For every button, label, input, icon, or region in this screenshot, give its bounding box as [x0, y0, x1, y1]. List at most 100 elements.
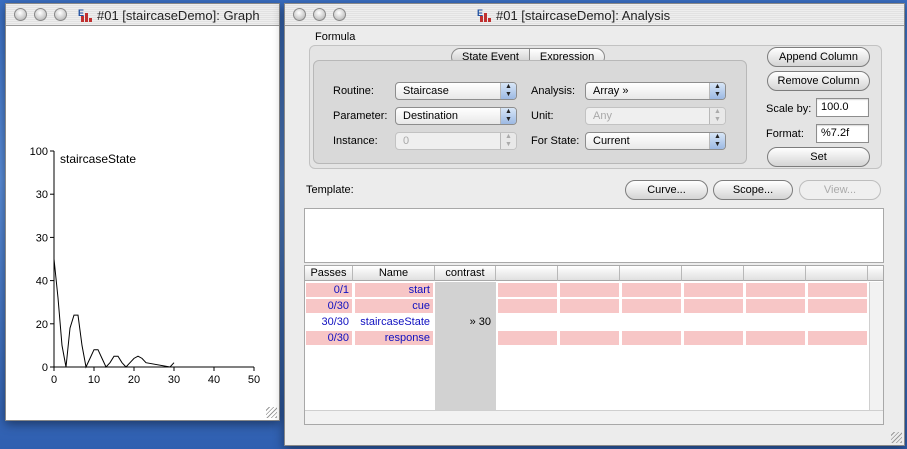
scale-by-label: Scale by: — [766, 103, 812, 115]
column-header-empty[interactable] — [744, 266, 806, 281]
popup-arrows-icon: ▲ ▼ — [500, 108, 516, 124]
column-header-empty[interactable] — [806, 266, 868, 281]
unit-label: Unit: — [531, 110, 554, 122]
minimize-button[interactable] — [34, 8, 47, 21]
cell-empty — [498, 283, 557, 297]
resize-grip-icon[interactable] — [891, 432, 902, 443]
app-icon: E — [477, 8, 491, 22]
close-button[interactable] — [14, 8, 27, 21]
x-tick-label: 50 — [248, 374, 260, 386]
instance-label: Instance: — [333, 135, 378, 147]
set-button[interactable]: Set — [767, 147, 870, 167]
template-area[interactable] — [304, 208, 884, 263]
column-header-empty[interactable] — [558, 266, 620, 281]
popup-arrows-icon: ▲ ▼ — [709, 83, 725, 99]
cell-empty — [808, 299, 867, 313]
cell-empty — [746, 299, 805, 313]
cell-empty — [560, 331, 619, 345]
cell-passes: 0/30 — [306, 331, 352, 345]
unit-value: Any — [593, 110, 612, 122]
column-header-empty[interactable] — [682, 266, 744, 281]
cell-empty — [684, 299, 743, 313]
column-header-corner — [868, 266, 883, 281]
cell-empty — [622, 283, 681, 297]
analysis-label: Analysis: — [531, 85, 576, 97]
analysis-value: Array » — [593, 85, 629, 97]
resize-grip-icon[interactable] — [266, 407, 277, 418]
routine-popup[interactable]: Staircase ▲ ▼ — [395, 82, 517, 100]
cell-name: start — [355, 283, 433, 297]
series-line-staircaseState — [53, 258, 175, 369]
for-state-popup[interactable]: Current ▲ ▼ — [585, 132, 726, 150]
analysis-popup[interactable]: Array » ▲ ▼ — [585, 82, 726, 100]
vertical-scrollbar[interactable] — [869, 282, 883, 410]
view-button[interactable]: View... — [799, 180, 881, 200]
cell-empty — [622, 331, 681, 345]
cell-contrast: » 30 — [469, 316, 491, 328]
horizontal-scrollbar[interactable] — [305, 410, 883, 424]
format-label: Format: — [766, 128, 804, 140]
analysis-window-title: E #01 [staircaseDemo]: Analysis — [477, 8, 671, 23]
graph-window: E #01 [staircaseDemo]: Graph 0 20 40 30 30 10 0… — [5, 3, 280, 421]
parameter-label: Parameter: — [333, 110, 388, 122]
popup-arrows-icon: ▲ ▼ — [500, 83, 516, 99]
scope-button[interactable]: Scope... — [713, 180, 793, 200]
close-button[interactable] — [293, 8, 306, 21]
template-label: Template: — [306, 184, 354, 196]
x-tick-label: 0 — [51, 374, 57, 386]
x-tick-label: 20 — [128, 374, 140, 386]
series-label: staircaseState — [60, 152, 136, 166]
instance-popup[interactable]: 0 ▲ ▼ — [395, 132, 517, 150]
column-header-name[interactable]: Name — [353, 266, 435, 281]
cell-empty — [808, 331, 867, 345]
cell-empty — [746, 331, 805, 345]
y-tick-label: 0 — [42, 362, 48, 374]
curve-button[interactable]: Curve... — [625, 180, 708, 200]
cell-empty — [498, 331, 557, 345]
parameter-popup[interactable]: Destination ▲ ▼ — [395, 107, 517, 125]
cell-passes: 30/30 — [321, 316, 349, 328]
parameter-value: Destination — [403, 110, 459, 122]
format-field[interactable]: %7.2f — [816, 124, 869, 143]
popup-arrows-icon: ▲ ▼ — [500, 133, 516, 149]
routine-label: Routine: — [333, 85, 374, 97]
x-tick-label: 10 — [88, 374, 100, 386]
cell-name: staircaseState — [360, 316, 430, 328]
analysis-window-titlebar[interactable]: E #01 [staircaseDemo]: Analysis — [285, 4, 904, 26]
cell-name: cue — [355, 299, 433, 313]
formula-group-label: Formula — [315, 31, 356, 43]
cell-empty — [746, 283, 805, 297]
zoom-button[interactable] — [54, 8, 67, 21]
cell-empty — [498, 299, 557, 313]
unit-popup[interactable]: Any ▲ ▼ — [585, 107, 726, 125]
minimize-button[interactable] — [313, 8, 326, 21]
cell-empty — [560, 299, 619, 313]
popup-arrows-icon: ▲ ▼ — [709, 133, 725, 149]
cell-name: response — [355, 331, 433, 345]
popup-arrows-icon: ▲ ▼ — [709, 108, 725, 124]
routine-value: Staircase — [403, 85, 449, 97]
column-header-empty[interactable] — [620, 266, 682, 281]
graph-window-title: E #01 [staircaseDemo]: Graph — [78, 8, 260, 23]
scale-by-field[interactable]: 100.0 — [816, 98, 869, 117]
cell-empty — [684, 283, 743, 297]
cell-passes: 0/1 — [306, 283, 352, 297]
x-tick-label: 30 — [168, 374, 180, 386]
remove-column-button[interactable]: Remove Column — [767, 71, 870, 91]
y-tick-label: 20 — [36, 319, 48, 331]
column-header-empty[interactable] — [496, 266, 558, 281]
instance-value: 0 — [403, 135, 410, 147]
graph-window-titlebar[interactable]: E #01 [staircaseDemo]: Graph — [6, 4, 279, 26]
cell-empty — [684, 331, 743, 345]
y-tick-label: 30 — [36, 232, 48, 244]
append-column-button[interactable]: Append Column — [767, 47, 870, 67]
column-header-contrast[interactable]: contrast — [435, 266, 496, 281]
analysis-table: Passes Name contrast 0/1 start 0/30 cue 30/3… — [304, 265, 884, 425]
contrast-column — [435, 282, 496, 410]
column-header-passes[interactable]: Passes — [305, 266, 353, 281]
for-state-label: For State: — [531, 135, 580, 147]
x-tick-label: 40 — [208, 374, 220, 386]
y-tick-label: 40 — [36, 276, 48, 288]
zoom-button[interactable] — [333, 8, 346, 21]
for-state-value: Current — [593, 135, 630, 147]
